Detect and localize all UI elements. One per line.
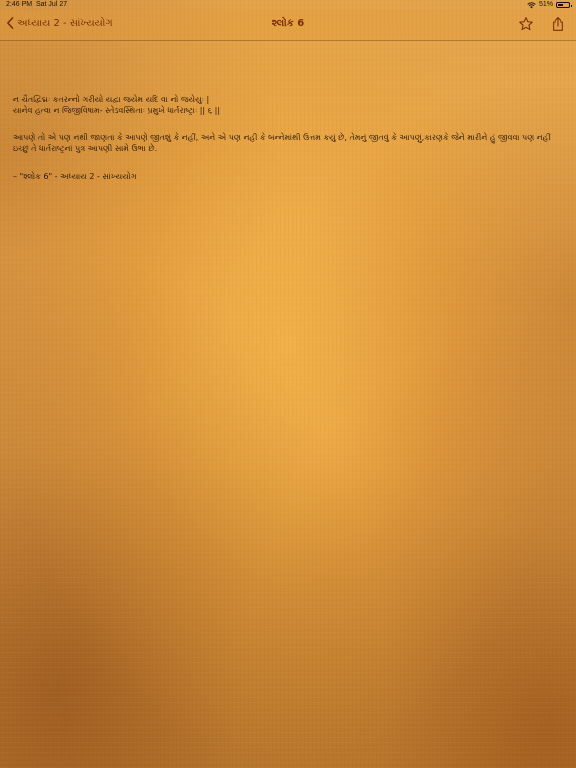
status-date: Sat Jul 27: [35, 1, 68, 8]
status-right: 51%: [527, 0, 572, 10]
star-icon[interactable]: [518, 16, 534, 32]
verse-reference: – "શ્લોક 6" - અધ્યાય 2 - સાંખ્યયોગ: [13, 172, 137, 181]
status-bar: 2:46 PM Sat Jul 27 51%: [0, 0, 576, 10]
battery-fill: [558, 4, 564, 6]
verse-translation: આપણે તો એ પણ નથી જાણતા કે આપણે જીતશું કે…: [13, 133, 551, 153]
sanskrit-verse: ન ચૈતદ્વિદ્મઃ કતરન્નો ગરીયો યદ્વા જયેમ ય…: [13, 95, 221, 115]
navigation-bar: અધ્યાય 2 - સાંખ્યયોગ શ્લોક 6: [0, 10, 576, 41]
page-title: શ્લોક 6: [271, 18, 305, 29]
status-time: 2:46 PM Sat Jul 27: [6, 0, 67, 10]
battery-percent: 51%: [538, 1, 553, 8]
share-icon[interactable]: [550, 16, 566, 32]
battery-icon: [556, 2, 572, 8]
nav-actions: [518, 16, 566, 32]
status-time-text: 2:46 PM: [6, 1, 33, 8]
wifi-icon: [527, 1, 536, 8]
verse-content: ન ચૈતદ્વિદ્મઃ કતરન્નો ગરીયો યદ્વા જયેમ ય…: [13, 94, 564, 182]
